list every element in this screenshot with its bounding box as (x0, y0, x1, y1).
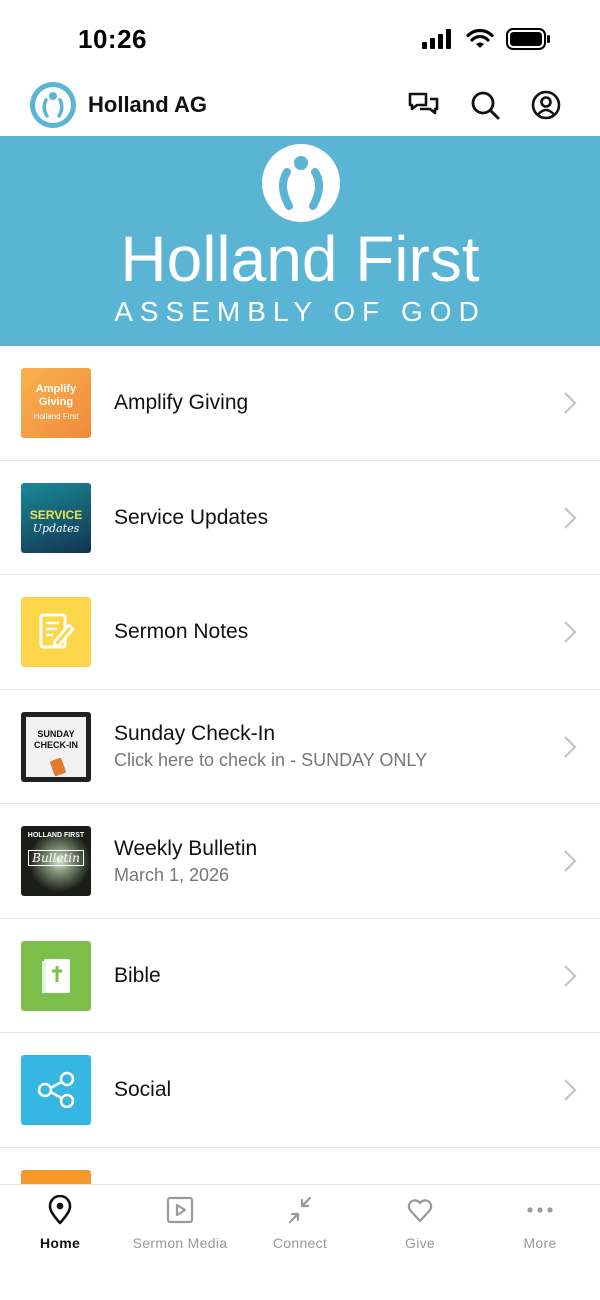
list-item-amplify-giving[interactable]: Amplify Giving Holland First Amplify Giv… (0, 346, 600, 461)
thumb-line: Giving (38, 396, 74, 408)
thumb-line: HOLLAND FIRST (27, 831, 85, 839)
tab-label: More (523, 1235, 557, 1251)
status-time: 10:26 (78, 24, 147, 54)
chevron-right-icon (564, 392, 577, 414)
chat-icon[interactable] (406, 88, 440, 122)
list-item-sunday-check-in[interactable]: SUNDAY CHECK-IN Sunday Check-In Click he… (0, 690, 600, 804)
menu-list: Amplify Giving Holland First Amplify Giv… (0, 346, 600, 1184)
ellipsis-icon (527, 1207, 553, 1213)
chevron-right-icon (564, 850, 577, 872)
partial-item-thumbnail (21, 1169, 91, 1184)
app-title: Holland AG (88, 92, 207, 117)
thumb-line: SERVICE (29, 508, 83, 522)
list-item-service-updates[interactable]: SERVICE Updates Service Updates (0, 461, 600, 575)
list-item-subtitle: Click here to check in - SUNDAY ONLY (114, 750, 428, 770)
tab-give[interactable]: Give (360, 1185, 480, 1265)
amplify-giving-thumbnail: Amplify Giving Holland First (21, 368, 91, 438)
share-icon (37, 1071, 75, 1109)
service-updates-thumbnail: SERVICE Updates (21, 482, 91, 553)
chevron-right-icon (564, 964, 577, 987)
list-item-title: Sunday Check-In (114, 722, 276, 745)
tab-label: Home (39, 1235, 81, 1251)
list-item-weekly-bulletin[interactable]: HOLLAND FIRST Bulletin Weekly Bulletin M… (0, 804, 600, 919)
list-item-social[interactable]: Social (0, 1033, 600, 1148)
sunday-check-in-thumbnail: SUNDAY CHECK-IN (21, 711, 91, 782)
battery-icon (506, 28, 550, 50)
notes-pencil-icon (39, 613, 75, 649)
list-item-title: Service Updates (114, 505, 269, 529)
tab-bar: Home Sermon Media Connect Give More (0, 1184, 600, 1300)
status-bar: 10:26 (0, 0, 600, 80)
thumb-line: SUNDAY (37, 728, 75, 739)
chevron-right-icon (564, 621, 577, 643)
play-square-icon (166, 1196, 194, 1224)
list-item-subtitle: March 1, 2026 (114, 864, 230, 885)
chevron-right-icon (564, 1079, 577, 1101)
list-item-sermon-notes[interactable]: Sermon Notes (0, 575, 600, 690)
thumb-line: Updates (32, 522, 80, 535)
tab-label: Give (405, 1235, 435, 1251)
wifi-icon (466, 29, 494, 48)
sermon-notes-thumbnail (21, 597, 91, 667)
list-item-title: Bible (114, 963, 161, 987)
app-header: Holland AG (0, 80, 600, 136)
cellular-signal-icon (422, 29, 451, 49)
tab-sermon-media[interactable]: Sermon Media (120, 1185, 240, 1265)
tab-home[interactable]: Home (0, 1185, 120, 1265)
search-icon[interactable] (468, 88, 502, 122)
list-item-title: Social (114, 1078, 172, 1101)
list-item-title: Weekly Bulletin (114, 836, 258, 860)
profile-icon[interactable] (529, 88, 563, 122)
collapse-arrows-icon (288, 1196, 312, 1224)
location-pin-icon (48, 1195, 72, 1225)
list-item-title: Amplify Giving (114, 391, 249, 414)
tab-more[interactable]: More (480, 1185, 600, 1265)
weekly-bulletin-thumbnail: HOLLAND FIRST Bulletin (21, 826, 91, 896)
list-item-title: Sermon Notes (114, 620, 249, 643)
thumb-line: CHECK-IN (34, 739, 78, 750)
tab-label: Sermon Media (132, 1235, 228, 1251)
heart-icon (407, 1199, 433, 1223)
list-item-partial[interactable] (0, 1148, 600, 1184)
status-icons (422, 28, 550, 50)
chevron-right-icon (564, 735, 577, 758)
church-logo-icon[interactable] (30, 82, 76, 128)
tab-connect[interactable]: Connect (240, 1185, 360, 1265)
thumb-line: Amplify (35, 383, 77, 395)
bible-thumbnail (21, 940, 91, 1011)
banner-subtitle: ASSEMBLY OF GOD (114, 296, 486, 327)
bible-book-icon (42, 958, 70, 993)
chevron-right-icon (564, 506, 577, 529)
social-thumbnail (21, 1055, 91, 1125)
hero-banner: Holland First ASSEMBLY OF GOD (0, 136, 600, 346)
banner-logo-icon (262, 144, 340, 222)
tab-label: Connect (272, 1235, 328, 1251)
banner-title: Holland First (120, 223, 480, 295)
list-item-bible[interactable]: Bible (0, 919, 600, 1033)
thumb-line: Holland First (33, 412, 79, 421)
thumb-line: Bulletin (28, 849, 84, 866)
